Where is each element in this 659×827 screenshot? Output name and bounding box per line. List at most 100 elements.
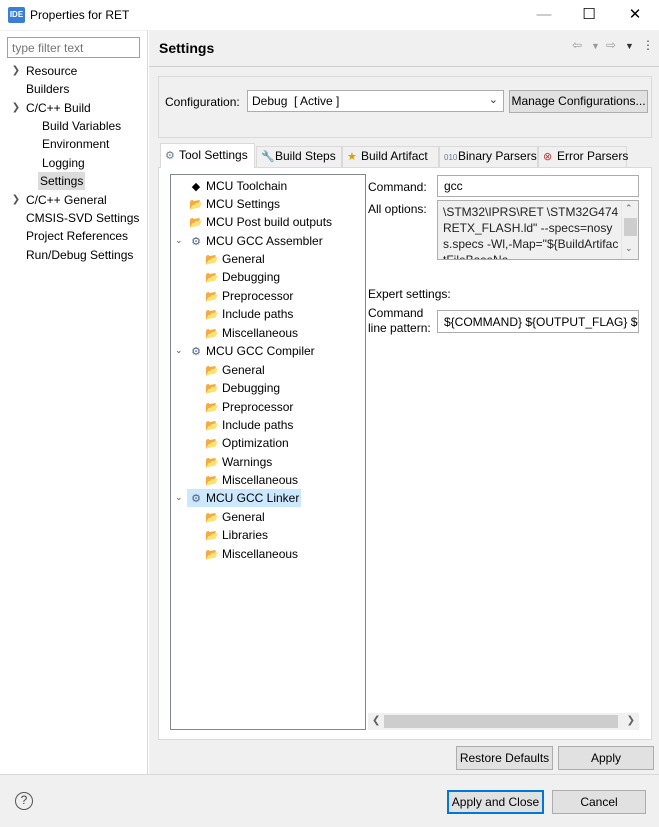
nav-item-environment[interactable]: Environment: [42, 135, 109, 153]
expert-settings-label: Expert settings:: [368, 287, 451, 301]
tree-item[interactable]: 📂 Preprocessor: [205, 287, 293, 305]
nav-item-logging[interactable]: Logging: [42, 154, 85, 172]
tree-item[interactable]: ◆ MCU Toolchain: [189, 177, 287, 195]
back-arrow-icon[interactable]: ⇦: [572, 38, 582, 52]
apply-button[interactable]: Apply: [558, 746, 654, 770]
vertical-scrollbar[interactable]: ⌃ ⌄: [621, 201, 638, 259]
chevron-right-icon[interactable]: ❯: [10, 65, 22, 76]
tree-item[interactable]: 📂 Libraries: [205, 526, 268, 544]
command-input[interactable]: gcc: [437, 175, 639, 197]
folder-icon: 📂: [205, 549, 219, 561]
chevron-down-icon[interactable]: ⌄: [175, 235, 183, 246]
folder-icon: 📂: [205, 457, 219, 469]
gear-icon: ⚙: [191, 236, 201, 248]
more-options-icon[interactable]: ⋮: [642, 38, 654, 52]
help-icon[interactable]: ?: [15, 792, 33, 810]
tab-build-steps[interactable]: 🔧Build Steps: [256, 146, 342, 167]
folder-icon: 📂: [205, 328, 219, 340]
chevron-down-icon: ⌄: [488, 94, 498, 106]
tree-item[interactable]: 📂 Miscellaneous: [205, 471, 298, 489]
command-label: Command:: [368, 180, 427, 194]
tree-item[interactable]: 📂 Preprocessor: [205, 398, 293, 416]
forward-arrow-icon[interactable]: ⇨: [606, 38, 616, 52]
tree-item[interactable]: ⚙ MCU GCC Compiler: [189, 342, 315, 360]
gear-icon: ⚙: [191, 346, 201, 358]
folder-icon: 📂: [205, 512, 219, 524]
nav-item-resource[interactable]: Resource: [26, 62, 77, 80]
nav-item-run-debug[interactable]: Run/Debug Settings: [26, 246, 133, 264]
tree-item[interactable]: 📂 Include paths: [205, 305, 293, 323]
nav-item-build-variables[interactable]: Build Variables: [42, 117, 121, 135]
close-button[interactable]: ✕: [612, 0, 658, 31]
tab-error-parsers[interactable]: ⊗ Error Parsers: [538, 146, 628, 167]
tree-item[interactable]: 📂 Debugging: [205, 268, 280, 286]
configuration-value: Debug [ Active ]: [252, 94, 340, 108]
tree-item[interactable]: 📂 Miscellaneous: [205, 545, 298, 563]
chip-icon: ◆: [191, 181, 201, 193]
folder-icon: 📂: [205, 475, 219, 487]
scroll-left-icon[interactable]: ❮: [372, 715, 380, 726]
configuration-select[interactable]: Debug [ Active ] ⌄: [247, 90, 504, 112]
nav-item-cpp-general[interactable]: C/C++ General: [26, 191, 107, 209]
tab-tool-settings[interactable]: ⚙ Tool Settings: [160, 143, 255, 168]
all-options-field[interactable]: \STM32\IPRS\RET \STM32G474RETX_FLASH.ld"…: [437, 200, 639, 260]
tree-item-selected[interactable]: ⚙ MCU GCC Linker: [187, 489, 302, 507]
tree-item[interactable]: ⚙ MCU GCC Assembler: [189, 232, 323, 250]
folder-icon: 📂: [205, 309, 219, 321]
tree-item[interactable]: 📂 Include paths: [205, 416, 293, 434]
apply-and-close-button[interactable]: Apply and Close: [447, 790, 544, 814]
tree-item[interactable]: 📂 Miscellaneous: [205, 324, 298, 342]
scroll-right-icon[interactable]: ❯: [627, 715, 635, 726]
tree-item[interactable]: 📂 MCU Post build outputs: [189, 213, 332, 231]
tab-binary-parsers[interactable]: 010Binary Parsers: [439, 146, 538, 167]
nav-item-project-references[interactable]: Project References: [26, 227, 128, 245]
folder-icon: 📂: [205, 530, 219, 542]
folder-icon: 📂: [205, 383, 219, 395]
nav-item-builders[interactable]: Builders: [26, 80, 69, 98]
tree-item[interactable]: 📂 General: [205, 508, 265, 526]
chevron-down-icon[interactable]: ❯: [10, 102, 22, 113]
scroll-up-icon[interactable]: ⌃: [625, 203, 633, 214]
scroll-thumb[interactable]: [624, 218, 637, 236]
back-dropdown-icon[interactable]: ▼: [591, 41, 600, 51]
command-line-pattern-label: Command line pattern:: [368, 306, 431, 335]
gear-icon: ⚙: [191, 493, 201, 505]
tree-item[interactable]: 📂 Debugging: [205, 379, 280, 397]
folder-icon: 📂: [189, 199, 203, 211]
tree-item[interactable]: 📂 Warnings: [205, 453, 272, 471]
nav-item-cpp-build[interactable]: C/C++ Build: [26, 99, 91, 117]
configuration-label: Configuration:: [165, 95, 240, 109]
divider: [149, 66, 659, 67]
all-options-label: All options:: [368, 202, 427, 216]
manage-configurations-button[interactable]: Manage Configurations...: [509, 90, 648, 113]
scroll-thumb[interactable]: [384, 715, 618, 728]
binary-icon: 010: [444, 153, 458, 162]
tree-item[interactable]: 📂 General: [205, 250, 265, 268]
tab-build-artifact[interactable]: ★ Build Artifact: [342, 146, 439, 167]
folder-icon: 📂: [205, 420, 219, 432]
maximize-button[interactable]: ☐: [566, 0, 612, 31]
chevron-right-icon[interactable]: ❯: [10, 194, 22, 205]
page-title: Settings: [159, 40, 215, 56]
folder-icon: 📂: [205, 291, 219, 303]
chevron-down-icon[interactable]: ⌄: [175, 345, 183, 356]
tree-item[interactable]: 📂 MCU Settings: [189, 195, 280, 213]
minimize-button[interactable]: —: [521, 0, 567, 31]
restore-defaults-button[interactable]: Restore Defaults: [456, 746, 553, 770]
folder-icon: 📂: [205, 402, 219, 414]
scroll-down-icon[interactable]: ⌄: [625, 243, 633, 254]
forward-dropdown-icon[interactable]: ▼: [625, 41, 634, 51]
cancel-button[interactable]: Cancel: [552, 790, 646, 814]
tool-tree: ◆ MCU Toolchain 📂 MCU Settings 📂 MCU Post b…: [170, 174, 366, 730]
ide-app-icon: IDE: [8, 7, 25, 23]
folder-icon: 📂: [205, 438, 219, 450]
nav-item-cmsis-svd[interactable]: CMSIS-SVD Settings: [26, 209, 139, 227]
filter-input[interactable]: [7, 37, 140, 58]
tree-item[interactable]: 📂 Optimization: [205, 434, 289, 452]
folder-icon: 📂: [189, 217, 203, 229]
horizontal-scrollbar[interactable]: ❮ ❯: [368, 713, 639, 730]
nav-item-settings[interactable]: Settings: [38, 172, 86, 190]
tree-item[interactable]: 📂 General: [205, 361, 265, 379]
chevron-down-icon[interactable]: ⌄: [175, 492, 183, 503]
command-line-pattern-input[interactable]: ${COMMAND} ${OUTPUT_FLAG} ${OUTPUT_PREFI…: [437, 310, 639, 333]
